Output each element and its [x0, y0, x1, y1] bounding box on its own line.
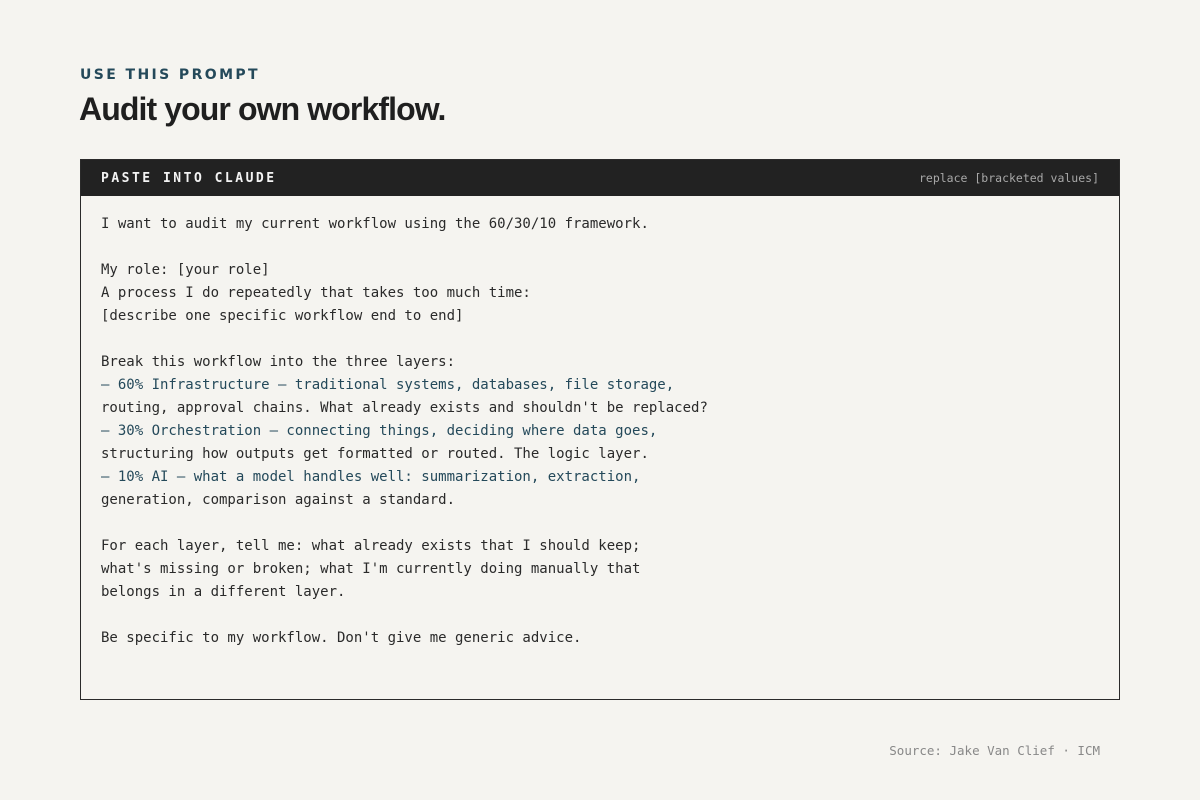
prompt-text[interactable]: I want to audit my current workflow usin… — [81, 196, 1119, 650]
prompt-card: PASTE INTO CLAUDE replace [bracketed val… — [80, 159, 1120, 700]
prompt-line-blank — [101, 512, 1099, 535]
prompt-line-orchestration: – 30% Orchestration — connecting things,… — [101, 423, 658, 439]
page-title: Audit your own workflow. — [79, 91, 446, 127]
prompt-line-ai: – 10% AI — what a model handles well: su… — [101, 469, 641, 485]
prompt-line: Be specific to my workflow. Don't give m… — [101, 630, 582, 646]
prompt-line: structuring how outputs get formatted or… — [101, 446, 649, 462]
prompt-line: Break this workflow into the three layer… — [101, 354, 456, 370]
prompt-card-label: PASTE INTO CLAUDE — [101, 170, 277, 186]
prompt-line: belongs in a different layer. — [101, 584, 346, 600]
prompt-card-header: PASTE INTO CLAUDE replace [bracketed val… — [81, 160, 1119, 196]
source-credit: Source: Jake Van Clief · ICM — [889, 743, 1100, 758]
prompt-line-infrastructure: – 60% Infrastructure — traditional syste… — [101, 377, 675, 393]
eyebrow-label: USE THIS PROMPT — [80, 67, 261, 83]
prompt-line: routing, approval chains. What already e… — [101, 400, 708, 416]
prompt-line: generation, comparison against a standar… — [101, 492, 456, 508]
prompt-line-blank — [101, 236, 1099, 259]
prompt-line: For each layer, tell me: what already ex… — [101, 538, 641, 554]
prompt-card-hint: replace [bracketed values] — [918, 171, 1099, 185]
prompt-line: what's missing or broken; what I'm curre… — [101, 561, 641, 577]
prompt-line: [describe one specific workflow end to e… — [101, 308, 464, 324]
prompt-line-blank — [101, 604, 1099, 627]
prompt-line-blank — [101, 328, 1099, 351]
prompt-line: A process I do repeatedly that takes too… — [101, 285, 531, 301]
prompt-line: I want to audit my current workflow usin… — [101, 216, 649, 232]
prompt-line: My role: [your role] — [101, 262, 270, 278]
